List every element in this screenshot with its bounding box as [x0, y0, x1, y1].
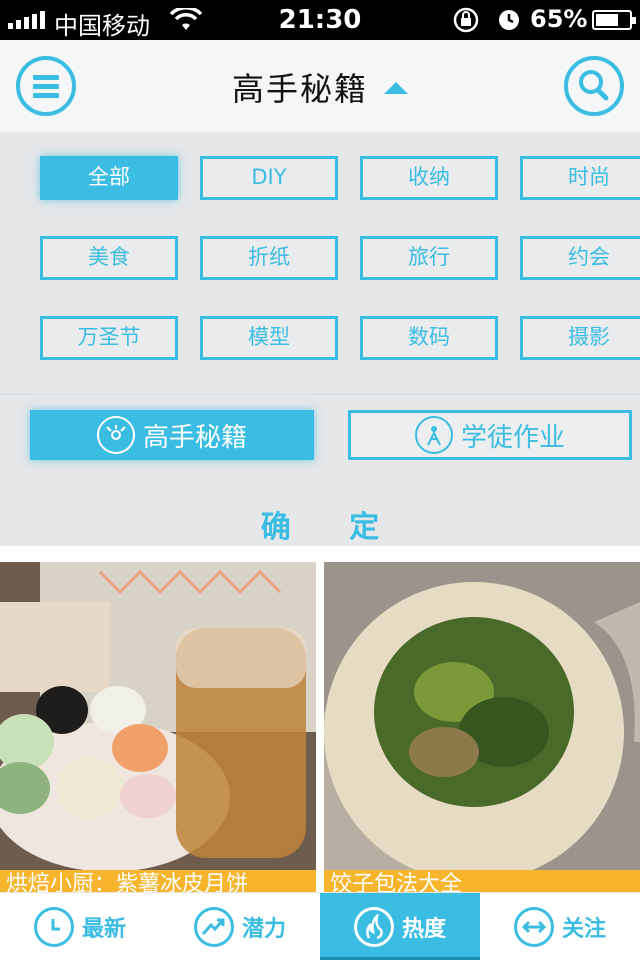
rotation-lock-icon	[453, 7, 479, 33]
page-title: 高手秘籍	[231, 70, 368, 108]
trend-icon	[193, 907, 234, 947]
battery-percent: 65%	[530, 5, 588, 33]
category-chip[interactable]: 旅行	[360, 236, 498, 280]
category-chip[interactable]: 全部	[40, 156, 178, 200]
apprentice-icon	[414, 416, 453, 454]
category-chip[interactable]: 折纸	[200, 236, 338, 280]
tab-label: 最新	[81, 917, 126, 942]
category-chip[interactable]: 万圣节	[40, 316, 178, 360]
category-chip[interactable]: 收纳	[360, 156, 498, 200]
status-bar: 中国移动 21:30 65%	[0, 0, 640, 40]
tab-label: 潜力	[241, 917, 286, 942]
confirm-button[interactable]: 确 定	[0, 502, 640, 546]
bottom-tab-bar: 最新 潜力 热度 关注	[0, 892, 640, 960]
tab-label: 热度	[401, 917, 446, 942]
category-dropdown-panel: 全部 DIY 收纳 时尚美食 折纸 旅行 约会万圣节 模型 数码 摄影 高手秘籍 学徒作业 确 定	[0, 132, 640, 546]
mode-apprentice-label: 学徒作业	[460, 422, 565, 453]
category-chip[interactable]: 约会	[520, 236, 640, 280]
tab-following[interactable]: 关注	[480, 893, 640, 960]
mode-expert-label: 高手秘籍	[142, 422, 247, 453]
battery-icon	[592, 10, 636, 30]
card-caption: 烘焙小厨：紫薯冰皮月饼	[0, 870, 316, 892]
nav-header: 高手秘籍	[0, 40, 640, 132]
alarm-icon	[499, 10, 519, 30]
card-image	[324, 562, 640, 892]
divider	[0, 394, 640, 395]
search-button[interactable]	[564, 56, 624, 116]
tab-hot[interactable]: 热度	[320, 893, 480, 960]
tab-latest[interactable]: 最新	[0, 893, 160, 960]
card-caption: 饺子包法大全	[324, 870, 640, 892]
content-grid: 烘焙小厨：紫薯冰皮月饼 饺子包法大全	[0, 546, 640, 892]
tab-potential[interactable]: 潜力	[160, 893, 320, 960]
category-chip[interactable]: 美食	[40, 236, 178, 280]
title-dropdown[interactable]: 高手秘籍	[0, 64, 640, 110]
expert-icon	[96, 416, 135, 454]
category-chip[interactable]: 摄影	[520, 316, 640, 360]
category-chip[interactable]: 模型	[200, 316, 338, 360]
category-chip[interactable]: 数码	[360, 316, 498, 360]
card-image	[0, 562, 316, 892]
feed-card[interactable]: 饺子包法大全	[324, 562, 640, 892]
caret-up-icon	[384, 82, 408, 94]
flame-icon	[353, 907, 394, 947]
mode-apprentice-button[interactable]: 学徒作业	[348, 410, 632, 460]
category-chip[interactable]: DIY	[200, 156, 338, 200]
category-chip[interactable]: 时尚	[520, 156, 640, 200]
clock-icon	[33, 907, 74, 947]
mode-expert-button[interactable]: 高手秘籍	[30, 410, 314, 460]
feed-card[interactable]: 烘焙小厨：紫薯冰皮月饼	[0, 562, 316, 892]
search-icon	[579, 70, 609, 101]
tab-label: 关注	[561, 917, 606, 942]
arrows-horizontal-icon	[513, 907, 554, 947]
